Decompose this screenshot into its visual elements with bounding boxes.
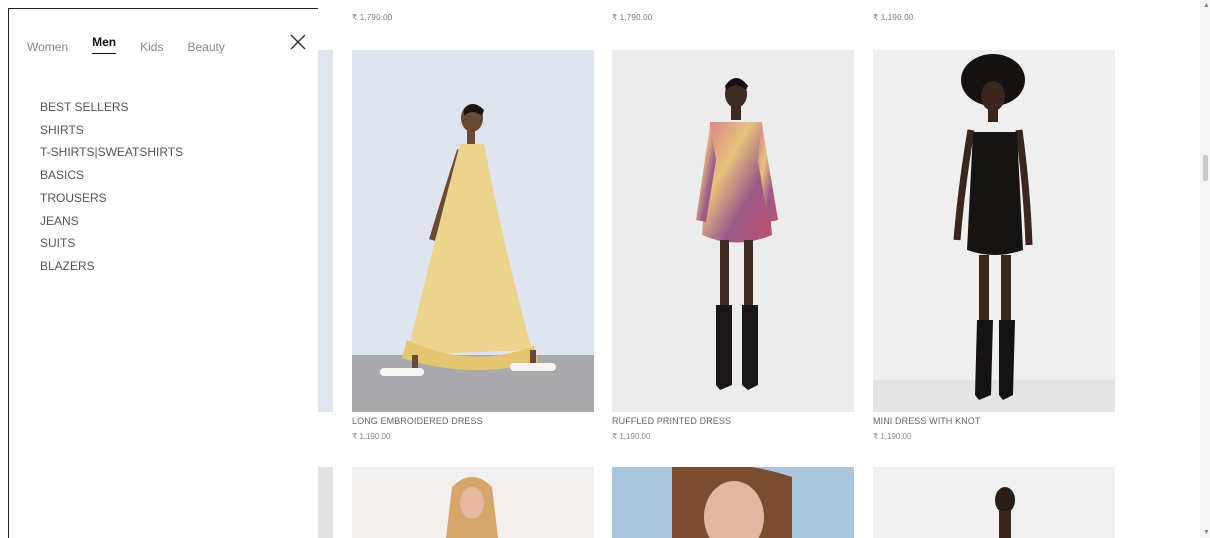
tab-women[interactable]: Women xyxy=(27,40,68,54)
product-image[interactable] xyxy=(873,467,1115,538)
product-image[interactable] xyxy=(612,50,854,412)
product-price-top: ₹ 1,790.00 xyxy=(612,13,653,22)
product-card[interactable]: LONG EMBROIDERED DRESS ₹ 1,190.00 xyxy=(352,50,594,441)
menu-item-blazers[interactable]: BLAZERS xyxy=(40,255,183,278)
product-image[interactable] xyxy=(352,467,594,538)
menu-item-jeans[interactable]: JEANS xyxy=(40,210,183,233)
product-image[interactable] xyxy=(873,50,1115,412)
product-price: ₹ 1,190.00 xyxy=(612,432,651,441)
product-name[interactable]: LONG EMBROIDERED DRESS xyxy=(352,416,594,426)
page-scrollbar[interactable]: ▲ ▼ xyxy=(1200,0,1210,538)
menu-item-trousers[interactable]: TROUSERS xyxy=(40,187,183,210)
scroll-down-icon[interactable]: ▼ xyxy=(1203,529,1210,536)
product-name[interactable]: MINI DRESS WITH KNOT xyxy=(873,416,1115,426)
product-price-top: ₹ 1,790.00 xyxy=(352,13,393,22)
side-menu-drawer: Women Men Kids Beauty BEST SELLERS SHIRT… xyxy=(8,8,318,538)
tab-beauty[interactable]: Beauty xyxy=(187,40,224,54)
product-image[interactable] xyxy=(352,50,594,412)
menu-item-suits[interactable]: SUITS xyxy=(40,232,183,255)
product-price: ₹ 1,190.00 xyxy=(873,432,912,441)
product-price-top: ₹ 1,190.00 xyxy=(873,13,914,22)
product-price: ₹ 1,190.00 xyxy=(352,432,391,441)
menu-item-shirts[interactable]: SHIRTS xyxy=(40,119,183,142)
product-card[interactable]: RUFFLED PRINTED DRESS ₹ 1,190.00 xyxy=(612,50,854,441)
menu-item-tshirts-sweatshirts[interactable]: T-SHIRTS|SWEATSHIRTS xyxy=(40,141,183,164)
menu-item-basics[interactable]: BASICS xyxy=(40,164,183,187)
product-image-partial xyxy=(318,50,333,412)
scrollbar-thumb[interactable] xyxy=(1203,155,1208,181)
tab-men[interactable]: Men xyxy=(92,35,117,54)
product-image-partial xyxy=(318,467,333,538)
product-image[interactable] xyxy=(612,467,854,538)
tab-kids[interactable]: Kids xyxy=(140,40,163,54)
product-card[interactable]: MINI DRESS WITH KNOT ₹ 1,190.00 xyxy=(873,50,1115,441)
product-name[interactable]: RUFFLED PRINTED DRESS xyxy=(612,416,854,426)
category-tabs: Women Men Kids Beauty xyxy=(27,35,249,54)
close-icon[interactable] xyxy=(289,33,307,51)
category-menu: BEST SELLERS SHIRTS T-SHIRTS|SWEATSHIRTS… xyxy=(40,96,183,278)
menu-item-best-sellers[interactable]: BEST SELLERS xyxy=(40,96,183,119)
scroll-up-icon[interactable]: ▲ xyxy=(1203,2,1210,9)
